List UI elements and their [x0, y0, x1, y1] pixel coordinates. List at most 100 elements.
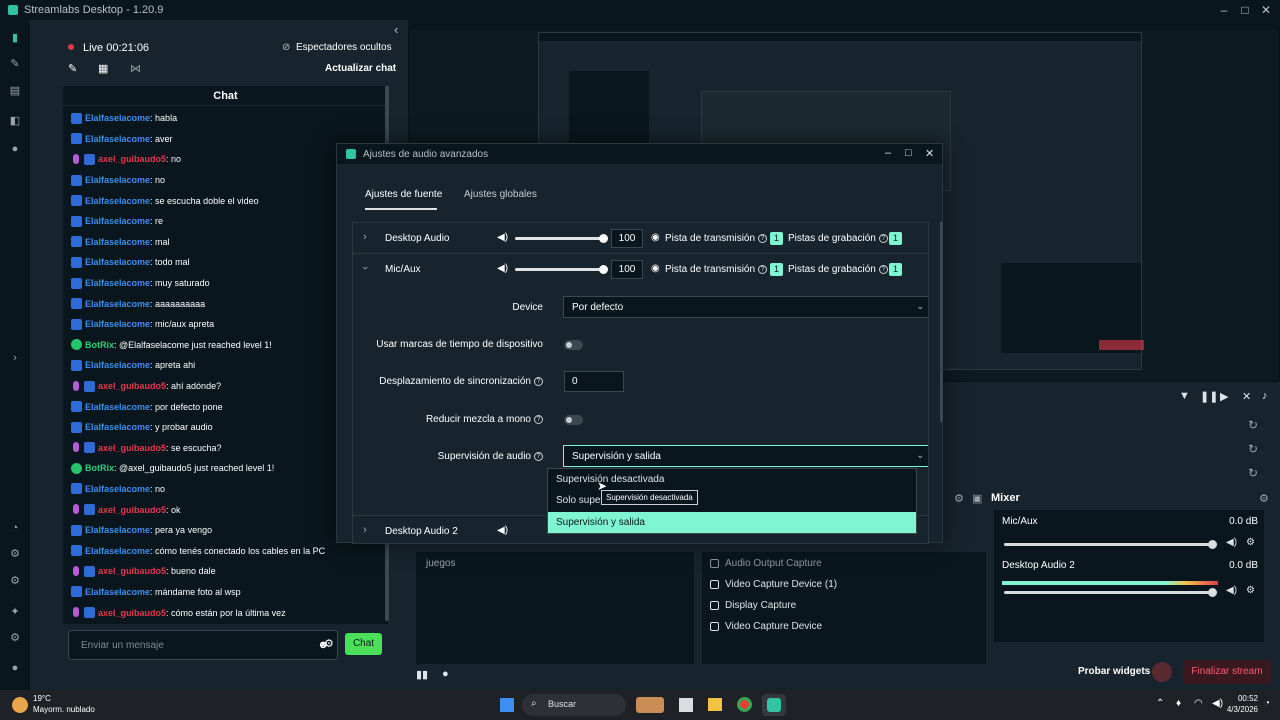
network-icon[interactable]: ◠: [1194, 698, 1203, 709]
source-item[interactable]: Video Capture Device: [710, 621, 822, 632]
dialog-scrollbar[interactable]: [940, 222, 943, 422]
eye-icon[interactable]: ◉: [651, 263, 660, 274]
scene-item[interactable]: juegos: [426, 558, 455, 569]
monitoring-select[interactable]: Supervisión y salida ⌄: [563, 445, 928, 467]
chat-username[interactable]: axel_guibaudo5: [98, 443, 166, 453]
maximize-button[interactable]: □: [1236, 2, 1254, 18]
task-view-icon[interactable]: [679, 698, 693, 712]
file-explorer-icon[interactable]: [708, 698, 722, 711]
pause-icon[interactable]: ❚❚: [1200, 390, 1218, 403]
filter-icon[interactable]: ▼: [1179, 390, 1190, 402]
streamlabs-taskbar-item[interactable]: [762, 694, 786, 716]
rec-tracks-count[interactable]: 1: [889, 232, 902, 245]
chat-username[interactable]: BotRix: [85, 463, 114, 473]
close-button[interactable]: ✕: [925, 147, 934, 160]
chat-username[interactable]: axel_guibaudo5: [98, 608, 166, 618]
chat-username[interactable]: Elalfaselacome: [85, 402, 150, 412]
store-icon[interactable]: ▤: [8, 84, 22, 98]
windows-start-icon[interactable]: [500, 698, 514, 712]
share-icon[interactable]: ⋈: [130, 62, 141, 75]
cloudbot-icon[interactable]: ✦: [8, 605, 22, 619]
option-monitoring-and-output[interactable]: Supervisión y salida: [548, 512, 916, 533]
expand-icon[interactable]: ›: [8, 351, 22, 365]
chat-username[interactable]: Elalfaselacome: [85, 587, 150, 597]
chat-username[interactable]: Elalfaselacome: [85, 484, 150, 494]
device-select[interactable]: Por defecto ⌄: [563, 296, 928, 318]
mixer-volume-slider[interactable]: [1004, 588, 1217, 597]
chat-username[interactable]: Elalfaselacome: [85, 113, 150, 123]
chat-username[interactable]: axel_guibaudo5: [98, 381, 166, 391]
chat-username[interactable]: Elalfaselacome: [85, 237, 150, 247]
chat-send-button[interactable]: Chat: [345, 633, 382, 655]
weather-desc[interactable]: Mayorm. nublado: [33, 705, 95, 714]
end-stream-button[interactable]: Finalizar stream: [1183, 660, 1271, 684]
volume-input[interactable]: 100: [611, 260, 643, 279]
slider-knob[interactable]: [1208, 540, 1217, 549]
mixer-layout-icon[interactable]: ▣: [972, 492, 982, 505]
edit-icon[interactable]: ✎: [68, 62, 77, 75]
speaker-icon[interactable]: ◀): [1226, 585, 1237, 596]
volume-input[interactable]: 100: [611, 229, 643, 248]
source-item[interactable]: Display Capture: [710, 600, 796, 611]
chat-username[interactable]: Elalfaselacome: [85, 196, 150, 206]
source-row-mic-aux[interactable]: › Mic/Aux ◀) 100 ◉ Pista de transmisión?…: [353, 254, 928, 285]
mixer-advanced-icon[interactable]: ⚙: [954, 492, 964, 505]
stats-icon[interactable]: ▦: [98, 62, 108, 75]
chat-username[interactable]: Elalfaselacome: [85, 257, 150, 267]
chat-username[interactable]: Elalfaselacome: [85, 299, 150, 309]
chat-username[interactable]: Elalfaselacome: [85, 134, 150, 144]
chat-username[interactable]: axel_guibaudo5: [98, 154, 166, 164]
microphone-icon[interactable]: ♦: [1176, 698, 1181, 709]
tab-global-settings[interactable]: Ajustes globales: [464, 189, 537, 200]
next-icon[interactable]: ▶: [1220, 390, 1228, 403]
speaker-icon[interactable]: ◀): [497, 232, 508, 243]
speaker-icon[interactable]: ◀): [1226, 537, 1237, 548]
stats-icon[interactable]: ▮▮: [416, 668, 428, 681]
chat-input[interactable]: Enviar un mensaje ☻: [68, 630, 338, 660]
timestamps-toggle[interactable]: [564, 340, 583, 350]
speaker-icon[interactable]: ◀): [497, 525, 508, 536]
slider-knob[interactable]: [599, 265, 608, 274]
minimize-button[interactable]: –: [1215, 2, 1233, 18]
gear-icon[interactable]: ⚙: [1246, 585, 1255, 596]
volume-slider[interactable]: [515, 265, 608, 274]
expand-chevron-icon[interactable]: ›: [363, 231, 367, 243]
chat-username[interactable]: axel_guibaudo5: [98, 505, 166, 515]
clock-time[interactable]: 00:52: [1218, 694, 1258, 703]
stream-track-count[interactable]: 1: [770, 232, 783, 245]
tools-icon[interactable]: ⚙: [8, 547, 22, 561]
integrations-icon[interactable]: ⚙: [8, 574, 22, 588]
eye-icon[interactable]: ◉: [651, 232, 660, 243]
chat-username[interactable]: Elalfaselacome: [85, 546, 150, 556]
analytics-icon[interactable]: ◔: [8, 521, 22, 535]
themes-icon[interactable]: ✎: [8, 57, 22, 71]
mute-icon[interactable]: ✕: [1242, 390, 1251, 403]
chat-username[interactable]: Elalfaselacome: [85, 319, 150, 329]
rec-tracks-count[interactable]: 1: [889, 263, 902, 276]
test-widgets-button[interactable]: Probar widgets: [1078, 666, 1150, 677]
gear-icon[interactable]: ⚙: [1246, 537, 1255, 548]
source-row-desktop-audio[interactable]: › Desktop Audio ◀) 100 ◉ Pista de transm…: [353, 223, 928, 254]
chat-username[interactable]: Elalfaselacome: [85, 422, 150, 432]
source-item[interactable]: Audio Output Capture: [710, 558, 822, 569]
chat-username[interactable]: Elalfaselacome: [85, 525, 150, 535]
maximize-button[interactable]: □: [905, 147, 912, 159]
viewers-hidden-label[interactable]: Espectadores ocultos: [296, 42, 392, 53]
stream-track-count[interactable]: 1: [770, 263, 783, 276]
clock-date[interactable]: 4/3/2026: [1218, 705, 1258, 714]
editor-icon[interactable]: ▮: [8, 31, 22, 45]
chat-settings-icon[interactable]: ⚙: [324, 637, 334, 650]
tray-chevron-icon[interactable]: ⌃: [1156, 698, 1164, 709]
chat-username[interactable]: Elalfaselacome: [85, 216, 150, 226]
notifications-icon[interactable]: ●: [442, 668, 449, 680]
profile-icon[interactable]: ●: [8, 661, 22, 675]
mono-toggle[interactable]: [564, 415, 583, 425]
weather-temp[interactable]: 19°C: [33, 694, 51, 703]
mixer-settings-icon[interactable]: ⚙: [1259, 492, 1269, 505]
taskbar-search[interactable]: ⌕ Buscar: [522, 694, 626, 716]
volume-slider[interactable]: [515, 234, 608, 243]
speaker-icon[interactable]: ◀): [497, 263, 508, 274]
chrome-icon[interactable]: [737, 697, 752, 712]
widgets-icon[interactable]: [636, 697, 664, 713]
chat-username[interactable]: Elalfaselacome: [85, 360, 150, 370]
